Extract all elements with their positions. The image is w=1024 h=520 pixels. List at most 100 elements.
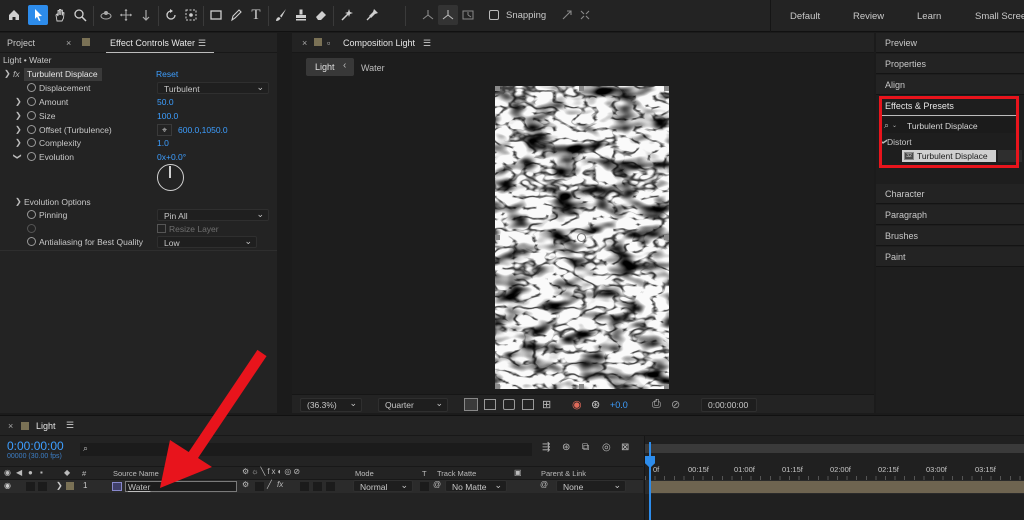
pinning-dropdown[interactable]: Pin All ⌄ xyxy=(157,209,269,221)
workspace-default[interactable]: Default xyxy=(790,11,820,22)
tab-menu-icon[interactable]: ☰ xyxy=(198,38,206,49)
parent-dropdown[interactable]: None ⌄ xyxy=(556,480,626,492)
pick-whip-icon[interactable]: @ xyxy=(540,480,548,489)
layer-duration-bar[interactable] xyxy=(649,481,1024,493)
stopwatch-icon[interactable] xyxy=(27,97,36,106)
type-icon[interactable]: T xyxy=(246,5,266,25)
stopwatch-icon[interactable] xyxy=(27,111,36,120)
hand-icon[interactable] xyxy=(50,5,70,25)
displacement-dropdown[interactable]: Turbulent ⌄ xyxy=(157,82,269,94)
close-icon[interactable]: × xyxy=(66,38,71,48)
graph-editor-icon[interactable]: ⊠ xyxy=(621,442,629,453)
dolly-icon[interactable] xyxy=(136,5,156,25)
home-icon[interactable] xyxy=(4,5,24,25)
panel-paragraph[interactable]: Paragraph xyxy=(876,205,1024,225)
twirl-icon[interactable]: ❯ xyxy=(15,138,22,147)
zoom-icon[interactable] xyxy=(70,5,90,25)
solo-icon[interactable]: ● xyxy=(28,468,33,477)
eye-icon[interactable]: ◉ xyxy=(4,468,11,477)
workspace-learn[interactable]: Learn xyxy=(917,11,941,22)
label-color-icon[interactable] xyxy=(66,482,74,490)
composition-canvas[interactable] xyxy=(495,86,669,389)
stopwatch-icon[interactable] xyxy=(27,83,36,92)
breadcrumb-light[interactable]: Light ‹ xyxy=(306,58,354,76)
stopwatch-icon[interactable] xyxy=(27,138,36,147)
property-group-evolution-options[interactable]: ❯ Evolution Options xyxy=(0,196,277,210)
eraser-icon[interactable] xyxy=(311,5,331,25)
antialiasing-dropdown[interactable]: Low ⌄ xyxy=(157,236,257,248)
tab-menu-icon[interactable]: ☰ xyxy=(423,38,431,49)
solo-toggle[interactable] xyxy=(26,482,35,491)
snap-expand-icon[interactable] xyxy=(557,5,577,25)
camera-orbit-icon[interactable] xyxy=(96,5,116,25)
frame-blending-icon[interactable]: ⧉ xyxy=(582,442,589,453)
grid-guides-icon[interactable]: ⊞ xyxy=(542,398,551,411)
effect-header-row[interactable]: ❯ fx Turbulent Displace Reset xyxy=(0,68,277,82)
audio-icon[interactable]: ◀ xyxy=(16,468,22,477)
complexity-value[interactable]: 1.0 xyxy=(157,138,169,148)
exposure-value[interactable]: +0.0 xyxy=(610,400,628,410)
anchor-icon[interactable] xyxy=(181,5,201,25)
snap-grid-icon[interactable] xyxy=(575,5,595,25)
pen-icon[interactable] xyxy=(226,5,246,25)
show-snapshot-icon[interactable]: ⊘ xyxy=(671,398,680,411)
stopwatch-icon[interactable] xyxy=(27,152,36,161)
playhead[interactable] xyxy=(649,442,651,520)
mask-visibility-icon[interactable] xyxy=(503,399,515,410)
breadcrumb-water[interactable]: Water xyxy=(361,63,385,73)
track-matte-dropdown[interactable]: No Matte ⌄ xyxy=(445,480,507,492)
close-icon[interactable]: × xyxy=(8,421,13,431)
stopwatch-icon[interactable] xyxy=(27,210,36,219)
amount-value[interactable]: 50.0 xyxy=(157,97,174,107)
tab-composition[interactable]: Composition Light xyxy=(343,38,415,48)
resolution-dropdown[interactable]: Quarter ⌄ xyxy=(378,398,448,412)
panel-paint[interactable]: Paint xyxy=(876,247,1024,267)
rectangle-icon[interactable] xyxy=(206,5,226,25)
snapshot-icon[interactable]: ⎙ xyxy=(652,398,661,411)
comp-timecode[interactable]: 0:00:00:00 xyxy=(701,398,757,412)
tab-project[interactable]: Project xyxy=(7,38,35,48)
axis-view-icon[interactable] xyxy=(458,5,478,25)
panel-character[interactable]: Character xyxy=(876,184,1024,204)
anchor-point-icon[interactable] xyxy=(577,233,586,242)
twirl-icon[interactable]: ❯ xyxy=(15,125,22,134)
eye-icon[interactable]: ◉ xyxy=(4,481,11,490)
axis-world-icon[interactable] xyxy=(438,5,458,25)
reset-button[interactable]: Reset xyxy=(156,69,178,79)
twirl-icon[interactable]: ❯ xyxy=(15,111,22,120)
lock-toggle[interactable] xyxy=(38,482,47,491)
offset-value[interactable]: 600.0,1050.0 xyxy=(178,125,228,135)
panel-align[interactable]: Align xyxy=(876,75,1024,95)
timeline-search-input[interactable]: ⌕ xyxy=(80,443,532,456)
stamp-icon[interactable] xyxy=(291,5,311,25)
axis-local-icon[interactable] xyxy=(418,5,438,25)
stopwatch-icon[interactable] xyxy=(27,237,36,246)
draft-3d-icon[interactable]: ⊛ xyxy=(562,442,570,453)
brush-icon[interactable] xyxy=(271,5,291,25)
resize-layer-checkbox[interactable] xyxy=(157,224,166,233)
selection-arrow-icon[interactable] xyxy=(28,5,48,25)
rotate-icon[interactable] xyxy=(161,5,181,25)
close-icon[interactable]: × xyxy=(302,38,307,48)
comp-mini-flowchart-icon[interactable]: ⇶ xyxy=(542,442,550,453)
snapping-checkbox[interactable] xyxy=(489,10,499,20)
motion-blur-icon[interactable]: ◎ xyxy=(602,442,611,453)
evolution-dial[interactable] xyxy=(157,164,184,191)
chevron-right-icon[interactable]: ❯ xyxy=(56,481,63,490)
blend-mode-dropdown[interactable]: Normal ⌄ xyxy=(353,480,413,492)
fast-preview-icon[interactable] xyxy=(464,398,478,411)
size-value[interactable]: 100.0 xyxy=(157,111,178,121)
lock-icon[interactable]: ▫ xyxy=(327,38,330,48)
workspace-small-screen[interactable]: Small Screen xyxy=(975,11,1024,22)
lock-icon[interactable]: ▪ xyxy=(40,468,43,477)
timeline-timecode[interactable]: 0:00:00:00 xyxy=(7,439,64,453)
tab-menu-icon[interactable]: ☰ xyxy=(66,420,74,431)
panel-preview[interactable]: Preview xyxy=(876,33,1024,53)
panel-brushes[interactable]: Brushes xyxy=(876,226,1024,246)
move-icon[interactable] xyxy=(116,5,136,25)
work-area-bar[interactable] xyxy=(645,444,1024,453)
zoom-dropdown[interactable]: (36.3%) ⌄ xyxy=(300,398,362,412)
twirl-icon[interactable]: ❯ xyxy=(15,97,22,106)
spiral-link-icon[interactable]: @ xyxy=(433,480,441,489)
evolution-value[interactable]: 0x+0.0° xyxy=(157,152,186,162)
